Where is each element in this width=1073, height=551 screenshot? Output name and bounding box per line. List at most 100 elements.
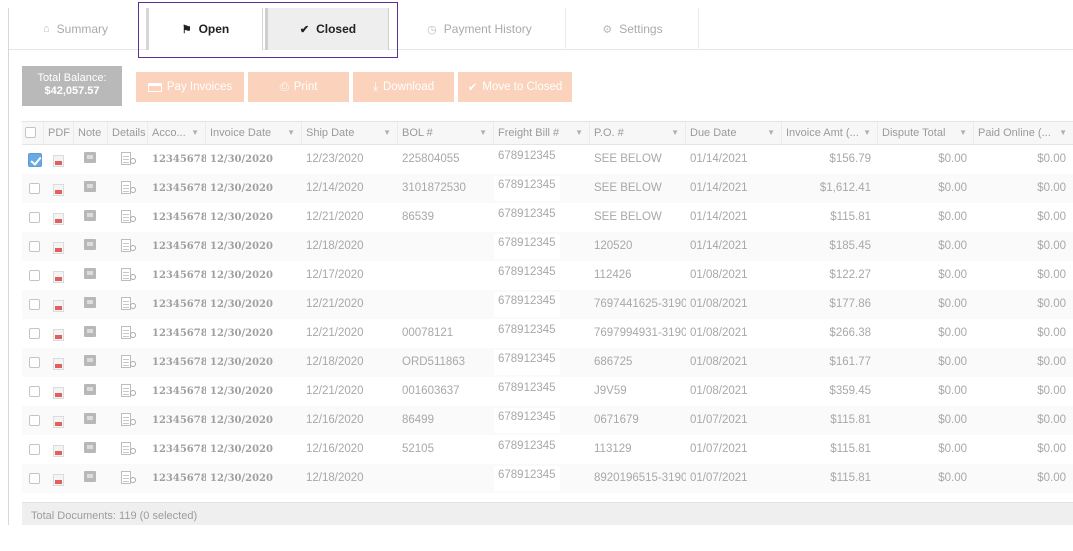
- row-checkbox[interactable]: [28, 153, 42, 167]
- details-icon[interactable]: [121, 326, 138, 342]
- details-icon[interactable]: [121, 442, 138, 458]
- col-account[interactable]: Acco... ▼: [148, 122, 206, 144]
- col-ship-date[interactable]: Ship Date ▼: [302, 122, 398, 144]
- col-dispute-total[interactable]: Dispute Total ▼: [878, 122, 974, 144]
- col-due-date[interactable]: Due Date ▼: [686, 122, 782, 144]
- note-icon[interactable]: [84, 210, 96, 221]
- note-icon[interactable]: [84, 268, 96, 279]
- sort-arrow-icon[interactable]: ▼: [863, 122, 871, 144]
- row-checkbox[interactable]: [29, 328, 40, 339]
- tab-open[interactable]: ⚑ Open: [146, 8, 263, 50]
- note-icon[interactable]: [84, 239, 96, 250]
- pay-invoices-button[interactable]: Pay Invoices: [136, 72, 244, 102]
- sort-arrow-icon[interactable]: ▼: [383, 122, 391, 144]
- pdf-icon[interactable]: [53, 416, 64, 428]
- pdf-icon[interactable]: [53, 213, 64, 225]
- sort-arrow-icon[interactable]: ▼: [191, 122, 199, 144]
- col-note[interactable]: Note: [74, 122, 108, 144]
- details-icon[interactable]: [121, 181, 138, 197]
- row-checkbox[interactable]: [29, 415, 40, 426]
- sort-arrow-icon[interactable]: ▼: [959, 122, 967, 144]
- cell-paid-online: $0.00: [1037, 443, 1066, 455]
- row-checkbox[interactable]: [29, 270, 40, 281]
- table-row[interactable]: 123456789 12/30/2020 12/18/2020 8920196515-…: [22, 464, 1073, 493]
- pdf-icon[interactable]: [53, 271, 64, 283]
- pdf-icon[interactable]: [53, 300, 64, 312]
- pdf-icon[interactable]: [53, 358, 64, 370]
- table-row[interactable]: 123456789 12/30/2020 12/16/2020 86499 067167…: [22, 406, 1073, 435]
- table-row[interactable]: 123456789 12/30/2020 12/23/2020 225804055 SE…: [22, 145, 1073, 174]
- cell-invoice-date: 12/30/2020: [210, 473, 273, 484]
- note-icon[interactable]: [84, 181, 96, 192]
- note-icon[interactable]: [84, 413, 96, 424]
- details-icon[interactable]: [121, 413, 138, 429]
- table-row[interactable]: 123456789 12/30/2020 12/21/2020 86539 SEE BE…: [22, 203, 1073, 232]
- col-pdf[interactable]: PDF: [44, 122, 74, 144]
- row-checkbox[interactable]: [29, 444, 40, 455]
- move-to-closed-button[interactable]: ✔ Move to Closed: [458, 72, 572, 102]
- pdf-icon[interactable]: [53, 242, 64, 254]
- col-paid-online[interactable]: Paid Online (... ▼: [974, 122, 1073, 144]
- table-row[interactable]: 123456789 12/30/2020 12/18/2020 ORD511863 68…: [22, 348, 1073, 377]
- sort-arrow-icon[interactable]: ▼: [1059, 122, 1067, 144]
- select-all-checkbox[interactable]: [25, 127, 36, 138]
- sort-arrow-icon[interactable]: ▼: [479, 122, 487, 144]
- tab-payment-history[interactable]: ◷ Payment History: [394, 8, 566, 50]
- sort-arrow-icon[interactable]: ▼: [767, 122, 775, 144]
- row-checkbox[interactable]: [29, 473, 40, 484]
- table-row[interactable]: 123456789 12/30/2020 12/17/2020 112426 01/08…: [22, 261, 1073, 290]
- note-icon[interactable]: [84, 471, 96, 482]
- note-icon[interactable]: [84, 152, 96, 163]
- col-invoice-amt[interactable]: Invoice Amt (... ▼: [782, 122, 878, 144]
- sort-arrow-icon[interactable]: ▼: [575, 122, 583, 144]
- tab-closed[interactable]: ✔ Closed: [265, 8, 389, 50]
- pdf-icon[interactable]: [53, 445, 64, 457]
- table-row[interactable]: 123456789 12/30/2020 12/18/2020 120520 01/14…: [22, 232, 1073, 261]
- row-checkbox[interactable]: [29, 241, 40, 252]
- col-freight-bill[interactable]: Freight Bill # ▼: [494, 122, 590, 144]
- table-row[interactable]: 123456789 12/30/2020 12/16/2020 52105 113129…: [22, 435, 1073, 464]
- pdf-icon[interactable]: [53, 387, 64, 399]
- table-row[interactable]: 123456789 12/30/2020 12/21/2020 00078121 769…: [22, 319, 1073, 348]
- download-button[interactable]: ⤓ Download: [353, 72, 454, 102]
- sort-arrow-icon[interactable]: ▼: [287, 122, 295, 144]
- cell-ship-date: 12/18/2020: [306, 240, 364, 252]
- cell-invoice-amt: $156.79: [829, 153, 871, 165]
- note-icon[interactable]: [84, 442, 96, 453]
- note-icon[interactable]: [84, 384, 96, 395]
- details-icon[interactable]: [121, 239, 138, 255]
- row-checkbox[interactable]: [29, 386, 40, 397]
- col-details[interactable]: Details: [108, 122, 148, 144]
- row-checkbox[interactable]: [29, 183, 40, 194]
- table-row[interactable]: 123456789 12/30/2020 12/21/2020 7697441625-…: [22, 290, 1073, 319]
- sort-arrow-icon[interactable]: ▼: [671, 122, 679, 144]
- note-icon[interactable]: [84, 355, 96, 366]
- details-icon[interactable]: [121, 384, 138, 400]
- details-icon[interactable]: [121, 152, 138, 168]
- tab-settings[interactable]: ⚙ Settings: [567, 8, 699, 50]
- print-button[interactable]: ⎙ Print: [248, 72, 349, 102]
- pdf-icon[interactable]: [53, 329, 64, 341]
- note-icon[interactable]: [84, 297, 96, 308]
- tab-summary[interactable]: ⌂ Summary: [9, 8, 142, 50]
- row-checkbox[interactable]: [29, 357, 40, 368]
- table-row[interactable]: 123456789 12/30/2020 12/14/2020 3101872530 S…: [22, 174, 1073, 203]
- col-bol[interactable]: BOL # ▼: [398, 122, 494, 144]
- row-checkbox[interactable]: [29, 212, 40, 223]
- details-icon[interactable]: [121, 471, 138, 487]
- pdf-icon[interactable]: [53, 184, 64, 196]
- table-row[interactable]: 123456789 12/30/2020 12/21/2020 001603637 J9…: [22, 377, 1073, 406]
- details-icon[interactable]: [121, 297, 138, 313]
- pdf-icon[interactable]: [53, 474, 64, 486]
- cell-paid-online: $0.00: [1037, 182, 1066, 194]
- tab-closed-label: Closed: [316, 22, 357, 36]
- col-po[interactable]: P.O. # ▼: [590, 122, 686, 144]
- note-icon[interactable]: [84, 326, 96, 337]
- pdf-icon[interactable]: [53, 155, 64, 167]
- cell-invoice-amt: $122.27: [829, 269, 871, 281]
- details-icon[interactable]: [121, 268, 138, 284]
- col-invoice-date[interactable]: Invoice Date ▼: [206, 122, 302, 144]
- details-icon[interactable]: [121, 210, 138, 226]
- details-icon[interactable]: [121, 355, 138, 371]
- row-checkbox[interactable]: [29, 299, 40, 310]
